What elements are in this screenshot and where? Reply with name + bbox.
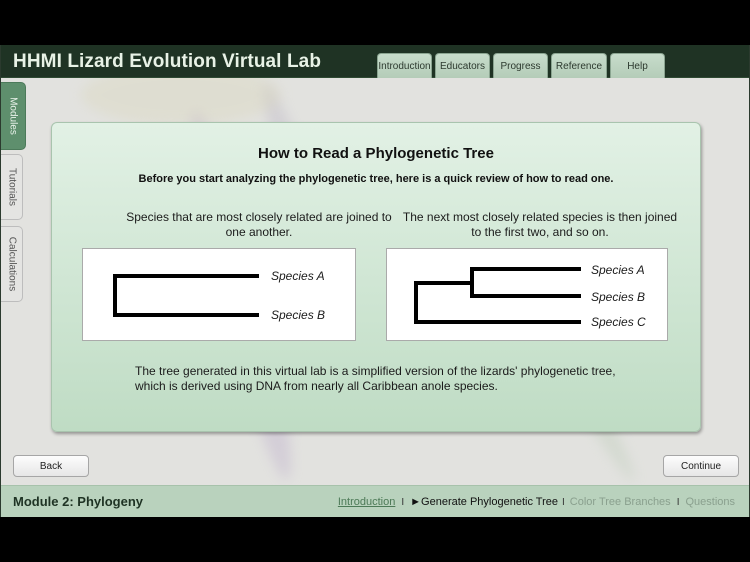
breadcrumb-generate-tree: Generate Phylogenetic Tree xyxy=(421,496,559,508)
side-tab-calculations[interactable]: Calculations xyxy=(1,226,23,302)
left-caption: Species that are most closely related ar… xyxy=(126,210,392,239)
app-title: HHMI Lizard Evolution Virtual Lab xyxy=(13,51,322,72)
side-tab-modules-label: Modules xyxy=(7,97,19,135)
continue-button[interactable]: Continue xyxy=(663,455,739,477)
tree-branch-c xyxy=(414,281,581,324)
species-label-a: Species A xyxy=(591,263,645,277)
side-tab-calculations-label: Calculations xyxy=(6,236,17,292)
species-label-b: Species B xyxy=(271,308,326,322)
tree-branch xyxy=(113,274,259,317)
panel-footnote: The tree generated in this virtual lab i… xyxy=(135,364,616,393)
tab-reference[interactable]: Reference xyxy=(551,53,607,78)
app-window: HHMI Lizard Evolution Virtual Lab Introd… xyxy=(0,45,750,517)
panel-subtitle: Before you start analyzing the phylogene… xyxy=(138,173,614,185)
side-tab-tutorials[interactable]: Tutorials xyxy=(1,154,23,220)
species-label-a: Species A xyxy=(271,269,325,283)
tree-branch-ab xyxy=(470,267,581,298)
species-label-b: Species B xyxy=(591,290,646,304)
breadcrumb-separator: I xyxy=(401,496,405,508)
side-tab-modules[interactable]: Modules xyxy=(1,82,26,150)
top-nav-tabs: Introduction Educators Progress Referenc… xyxy=(377,53,665,78)
content-panel: How to Read a Phylogenetic Tree Before y… xyxy=(51,122,701,432)
tab-introduction[interactable]: Introduction xyxy=(377,53,432,78)
three-species-tree-diagram: Species A Species B Species C xyxy=(386,248,668,341)
module-title: Module 2: Phylogeny xyxy=(13,494,144,509)
panel-title: How to Read a Phylogenetic Tree xyxy=(258,145,494,162)
back-button[interactable]: Back xyxy=(13,455,89,477)
right-caption: The next most closely related species is… xyxy=(402,210,678,239)
module-footer: Module 2: Phylogeny Introduction I ► Gen… xyxy=(1,485,749,517)
breadcrumb-separator: I xyxy=(676,496,680,508)
tab-educators[interactable]: Educators xyxy=(435,53,490,78)
side-tab-tutorials-label: Tutorials xyxy=(6,168,17,206)
tab-help[interactable]: Help xyxy=(610,53,665,78)
species-label-c: Species C xyxy=(591,315,646,329)
current-step-marker-icon: ► xyxy=(410,496,422,508)
module-breadcrumb: Introduction I ► Generate Phylogenetic T… xyxy=(338,496,735,508)
app-header: HHMI Lizard Evolution Virtual Lab Introd… xyxy=(1,45,749,78)
two-species-tree-diagram: Species A Species B xyxy=(82,248,356,341)
tree-lines xyxy=(113,274,259,317)
breadcrumb-questions: Questions xyxy=(685,496,735,508)
breadcrumb-color-tree-branches: Color Tree Branches xyxy=(569,496,671,508)
breadcrumb-separator: I xyxy=(562,496,565,508)
breadcrumb-introduction[interactable]: Introduction xyxy=(338,496,395,508)
tab-progress[interactable]: Progress xyxy=(493,53,548,78)
